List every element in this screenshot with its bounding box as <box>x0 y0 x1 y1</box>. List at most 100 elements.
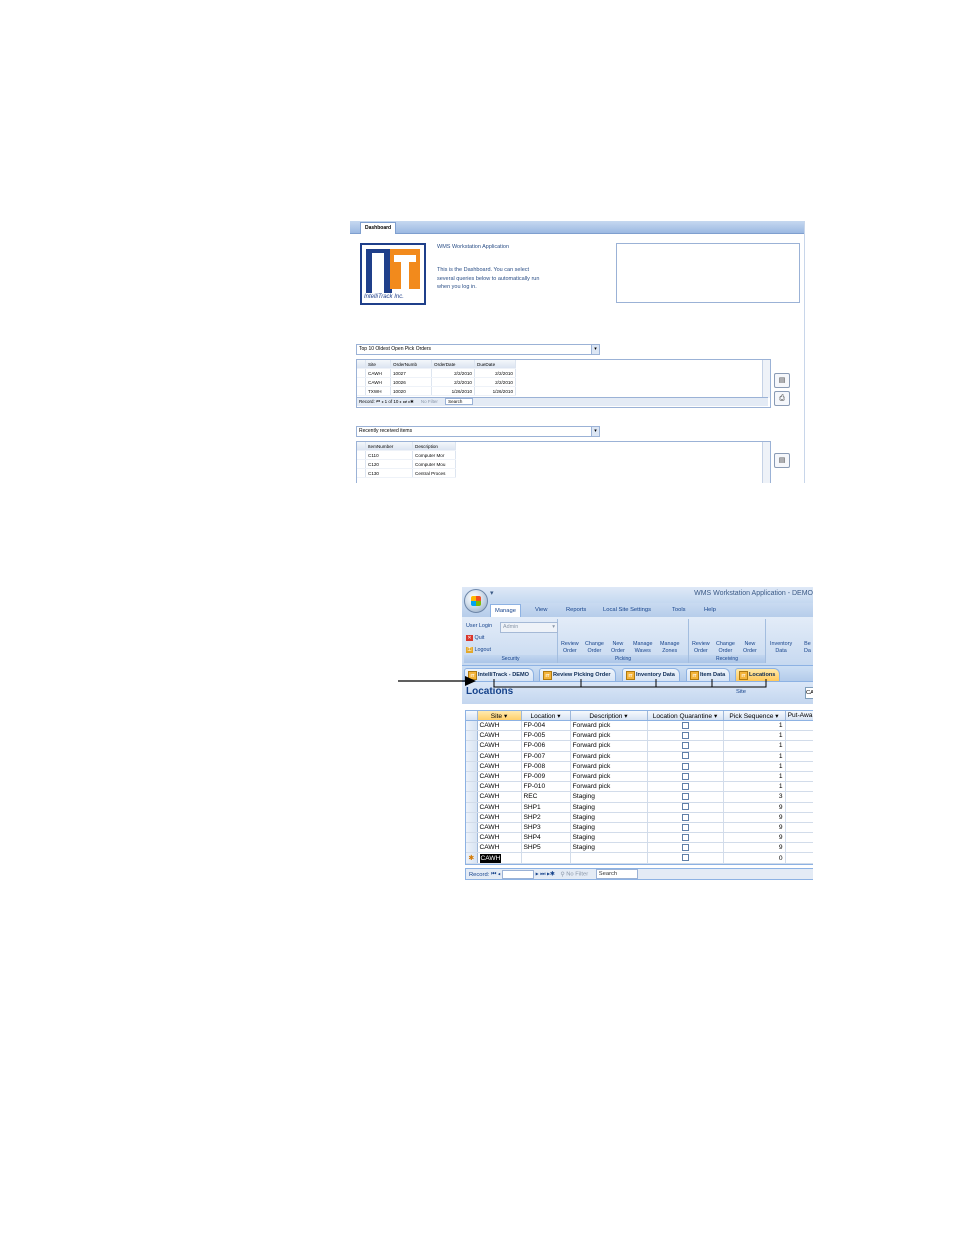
cell-pick-sequence[interactable]: 9 <box>723 832 786 844</box>
row-selector[interactable] <box>466 822 478 834</box>
checkbox[interactable] <box>681 803 689 811</box>
cell-location-quarantine[interactable] <box>647 812 724 823</box>
cell-location[interactable]: SHP1 <box>521 802 571 813</box>
first-record-icon[interactable]: ⏮ <box>491 872 498 878</box>
row-selector[interactable] <box>466 832 478 844</box>
cell-site[interactable]: CAWH <box>477 852 522 864</box>
checkbox[interactable] <box>681 813 689 821</box>
cell-location-quarantine[interactable] <box>647 720 724 732</box>
tab-view[interactable]: View <box>535 605 547 615</box>
cell-put-away[interactable] <box>785 751 813 762</box>
cell-site[interactable]: CAWH <box>477 832 522 844</box>
cell-pick-sequence[interactable]: 1 <box>723 751 786 762</box>
chevron-down-icon[interactable]: ▾ <box>552 623 555 632</box>
tab-item-data[interactable]: IT Item Data <box>686 668 731 681</box>
table-row[interactable]: CAWH FP-010 Forward pick 1 <box>466 781 813 793</box>
col-put-away[interactable]: Put-Awa <box>785 711 813 721</box>
query2-combo[interactable]: Recently received items ▾ <box>356 426 600 437</box>
new-site-value[interactable]: CAWH <box>479 853 502 863</box>
table-row[interactable]: C110 Computer Mor <box>357 450 456 460</box>
col-pick-sequence[interactable]: Pick Sequence ▾ <box>723 711 786 721</box>
table-row[interactable]: C130 Central Proces <box>357 468 456 478</box>
cell-description[interactable]: Staging <box>570 842 648 854</box>
tab-help[interactable]: Help <box>704 605 716 615</box>
checkbox[interactable] <box>681 844 689 852</box>
tab-review-picking-order[interactable]: IT Review Picking Order <box>539 668 616 681</box>
cell-location-quarantine[interactable] <box>647 832 724 844</box>
cell-put-away[interactable] <box>785 852 813 864</box>
table-row[interactable]: CAWH 10026 2/2/2010 2/2/2010 <box>357 377 516 387</box>
row-selector[interactable] <box>466 761 478 772</box>
table-row[interactable]: CAWH SHP3 Staging 9 <box>466 822 813 834</box>
cell-pick-sequence[interactable]: 3 <box>723 791 786 803</box>
table-row[interactable]: CAWH SHP4 Staging 9 <box>466 832 813 844</box>
cell-location[interactable]: REC <box>521 791 571 803</box>
cell-put-away[interactable] <box>785 761 813 772</box>
cell-location-quarantine[interactable] <box>647 852 724 864</box>
q1-col-duedate[interactable]: DueDate <box>474 360 516 369</box>
checkbox[interactable] <box>681 772 689 780</box>
receiving-review-order-button[interactable]: Review Order <box>692 641 710 654</box>
cell-description[interactable]: Forward pick <box>570 751 648 762</box>
cell-description[interactable]: Forward pick <box>570 720 648 732</box>
tab-tools[interactable]: Tools <box>672 605 686 615</box>
q1-record-position[interactable]: 1 of 10 <box>385 399 399 404</box>
item-data-button[interactable]: Be Da <box>804 641 811 654</box>
logout-button[interactable]: ⚿ Logout <box>466 646 491 654</box>
row-selector[interactable] <box>466 751 478 762</box>
search-input[interactable]: Search <box>595 869 638 879</box>
chevron-down-icon[interactable]: ▾ <box>591 427 599 436</box>
table-row[interactable]: CAWH 10027 2/2/2010 2/2/2010 <box>357 368 516 378</box>
cell-location-quarantine[interactable] <box>647 730 724 742</box>
quick-access-toolbar[interactable]: ▾ <box>490 589 494 597</box>
sort-dropdown-icon[interactable]: ▾ <box>714 713 717 720</box>
q1-col-ordernumber[interactable]: OrderNumb <box>390 360 432 369</box>
tab-inventory-data[interactable]: IT Inventory Data <box>622 668 680 681</box>
cell-location[interactable]: SHP5 <box>521 842 571 854</box>
cell-location[interactable]: FP-007 <box>521 751 571 762</box>
row-selector[interactable] <box>466 812 478 823</box>
cell-site[interactable]: CAWH <box>477 781 522 793</box>
cell-put-away[interactable] <box>785 720 813 732</box>
sort-dropdown-icon[interactable]: ▾ <box>624 713 627 720</box>
table-row[interactable]: CAWH REC Staging 3 <box>466 791 813 803</box>
no-filter-button[interactable]: No Filter <box>566 872 588 878</box>
new-record-row[interactable]: ✱ CAWH 0 <box>466 852 813 864</box>
query1-combo[interactable]: Top 10 Oldest Open Pick Orders ▾ <box>356 344 600 355</box>
cell-site[interactable]: CAWH <box>477 751 522 762</box>
cell-description[interactable]: Staging <box>570 802 648 813</box>
checkbox[interactable] <box>681 762 689 770</box>
cell-site[interactable]: CAWH <box>477 720 522 732</box>
next-record-icon[interactable]: ▸ ⏭ ▸✱ <box>536 872 557 878</box>
receiving-new-order-button[interactable]: New Order <box>743 641 757 654</box>
checkbox[interactable] <box>681 732 689 740</box>
cell-location[interactable]: FP-005 <box>521 730 571 742</box>
cell-description[interactable]: Forward pick <box>570 761 648 772</box>
cell-location-quarantine[interactable] <box>647 761 724 772</box>
checkbox[interactable] <box>681 854 689 862</box>
table-row[interactable]: CAWH FP-005 Forward pick 1 <box>466 730 813 742</box>
print-button[interactable]: ⎙ <box>774 391 790 406</box>
office-button[interactable] <box>464 589 488 613</box>
table-row[interactable]: CAWH SHP1 Staging 9 <box>466 802 813 813</box>
table-row[interactable]: CAWH FP-004 Forward pick 1 <box>466 720 813 732</box>
col-location[interactable]: Location ▾ <box>521 711 571 721</box>
q1-col-site[interactable]: Site <box>365 360 391 369</box>
cell-put-away[interactable] <box>785 802 813 813</box>
chevron-down-icon[interactable]: ▾ <box>591 345 599 354</box>
picking-manage-waves-button[interactable]: Manage Waves <box>633 641 652 654</box>
tab-reports[interactable]: Reports <box>566 605 586 615</box>
cell-location[interactable]: FP-006 <box>521 740 571 752</box>
cell-location[interactable] <box>521 852 571 864</box>
cell-pick-sequence[interactable]: 1 <box>723 761 786 772</box>
table-row[interactable]: CAWH FP-007 Forward pick 1 <box>466 751 813 762</box>
tab-intellitrack-demo[interactable]: IT IntelliTrack - DEMO <box>464 668 534 681</box>
cell-description[interactable] <box>570 852 648 864</box>
sort-dropdown-icon[interactable]: ▾ <box>504 713 507 720</box>
cell-pick-sequence[interactable]: 1 <box>723 730 786 742</box>
row-selector[interactable] <box>466 781 478 793</box>
tab-manage[interactable]: Manage <box>490 604 521 618</box>
cell-put-away[interactable] <box>785 832 813 844</box>
cell-description[interactable]: Forward pick <box>570 771 648 783</box>
col-description[interactable]: Description ▾ <box>570 711 648 721</box>
